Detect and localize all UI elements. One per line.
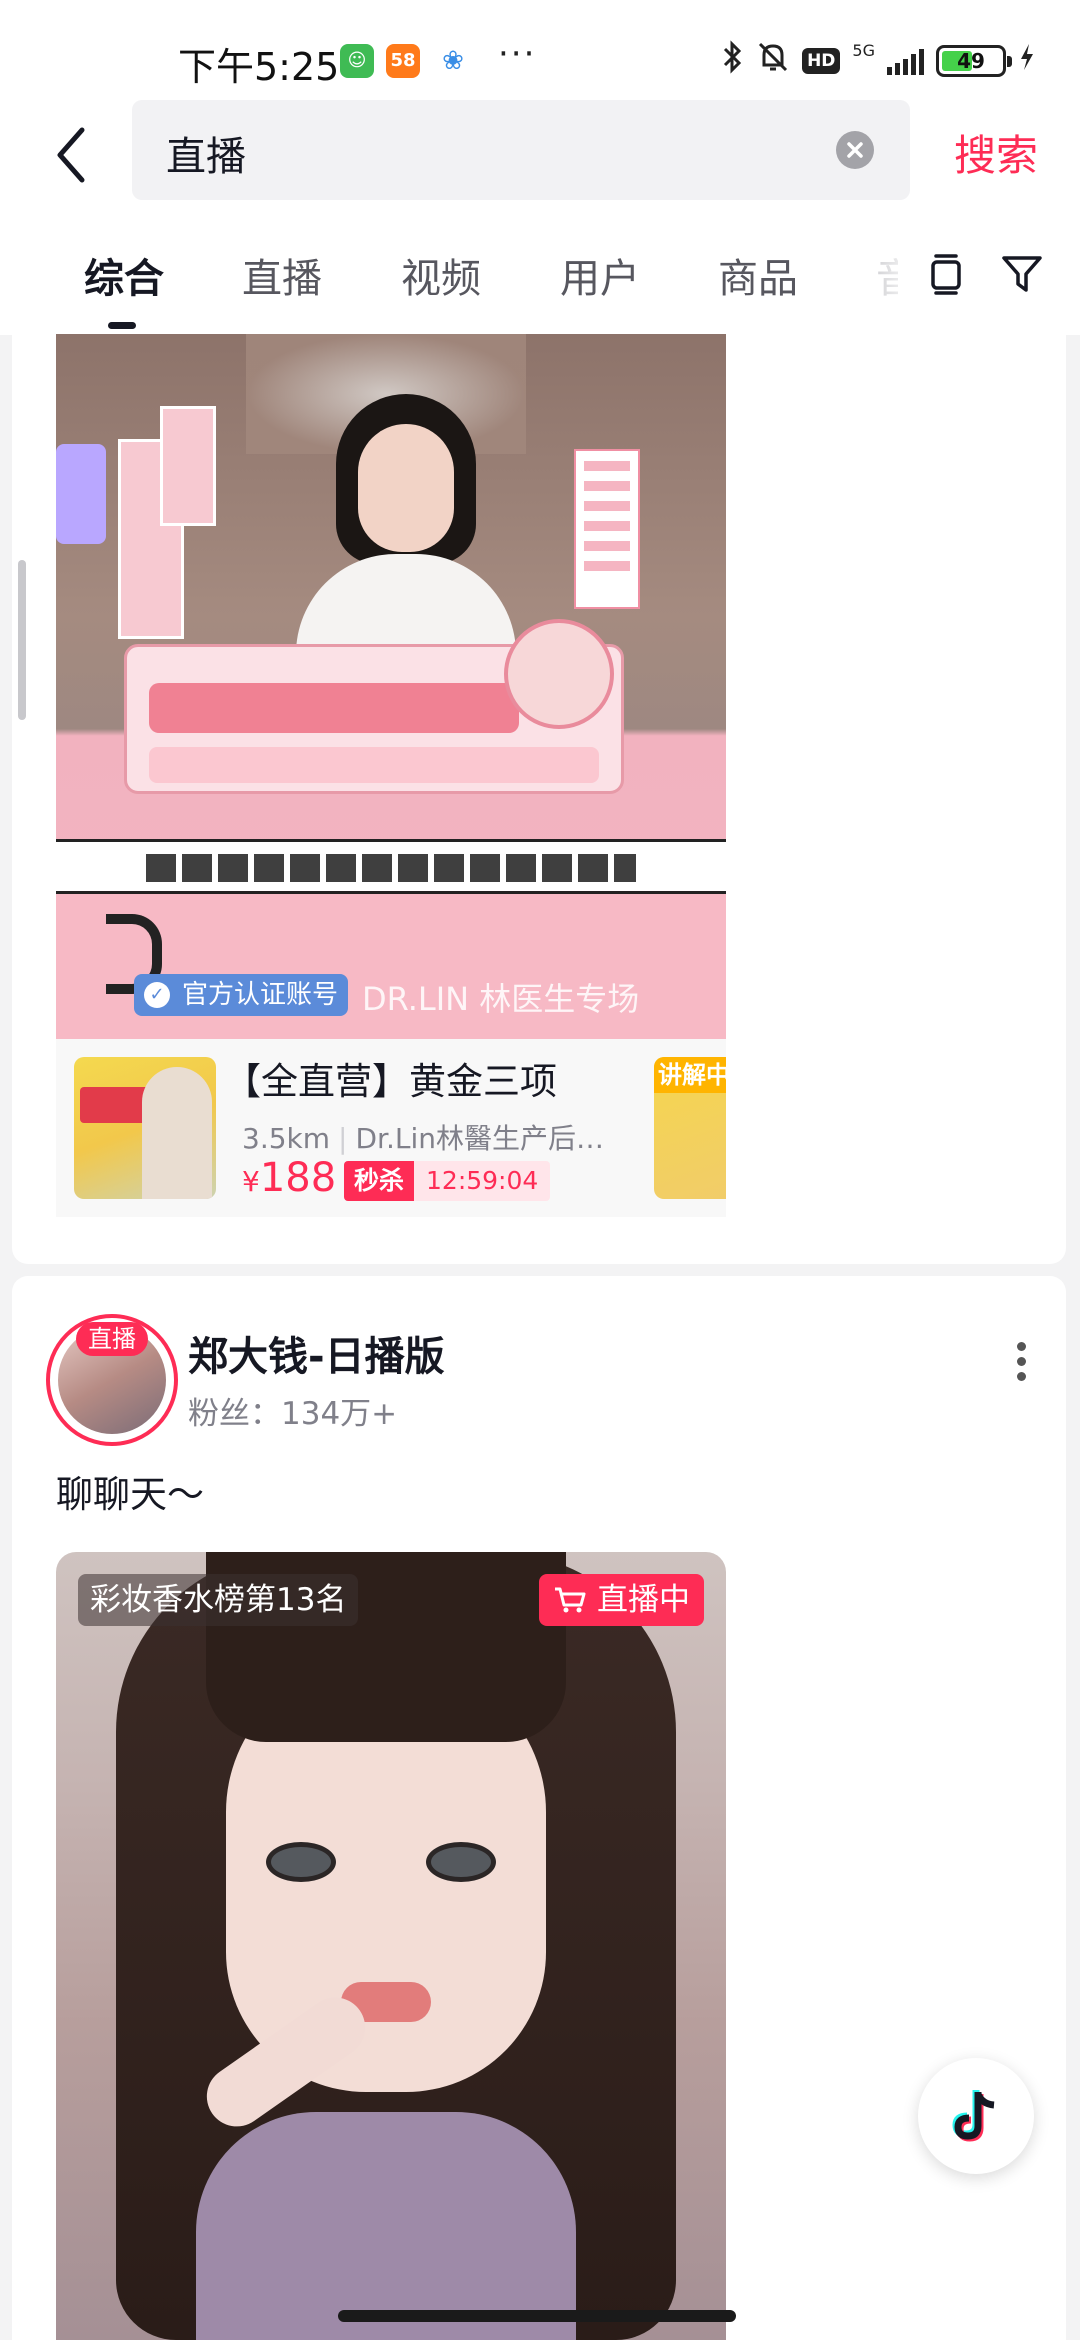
product-meta: 3.5km | Dr.Lin林醫生产后… [242, 1122, 604, 1155]
tab-comprehensive[interactable]: 综合 [84, 246, 164, 304]
network-type: 5G [852, 41, 875, 60]
hd-badge: HD [802, 48, 841, 74]
status-bar: 下午5:25 ☺ 58 ❀ ··· HD 5G 49 [0, 0, 1080, 110]
user-name[interactable]: 郑大钱-日播版 [188, 1324, 445, 1382]
flash-sale-countdown: 12:59:04 [414, 1161, 551, 1201]
more-notifications-icon: ··· [498, 34, 537, 74]
live-badge: 直播 [76, 1322, 148, 1356]
status-time: 下午5:25 [178, 45, 340, 89]
live-cover-image[interactable]: ✓ 官方认证账号 DR.LIN 林医生专场 [56, 334, 726, 1039]
active-tab-indicator [108, 322, 136, 329]
cover-overlay-name: DR.LIN 林医生专场 [362, 980, 640, 1018]
wechat-app-icon: ☺ [340, 44, 374, 78]
fan-count: 粉丝：134万+ [188, 1396, 398, 1432]
search-header: 直播 搜索 [0, 100, 1080, 210]
clear-search-button[interactable] [836, 131, 874, 169]
flash-sale-tag: 秒杀 12:59:04 [344, 1161, 551, 1201]
explaining-label: 讲解中 [654, 1057, 726, 1093]
app-58-icon: 58 [386, 44, 420, 78]
mother-baby-illustration [504, 619, 614, 729]
tab-products[interactable]: 商品 [718, 246, 798, 304]
mute-bell-icon [756, 40, 790, 82]
shopping-cart-icon [555, 1587, 586, 1613]
next-product-thumbnail[interactable]: 讲解中 [654, 1057, 726, 1199]
bluetooth-icon [722, 40, 744, 82]
product-title: 【全直营】黄金三项 [224, 1060, 557, 1103]
live-description: 聊聊天～ [56, 1473, 204, 1516]
home-indicator[interactable] [338, 2310, 736, 2322]
filter-button[interactable] [1000, 252, 1044, 296]
layout-toggle-button[interactable] [924, 252, 968, 296]
checkmark-icon: ✓ [144, 982, 170, 1008]
back-button[interactable] [46, 120, 102, 190]
more-options-button[interactable] [1006, 1336, 1036, 1396]
signal-icon [887, 47, 924, 75]
chevron-left-icon [57, 127, 85, 183]
cloud-app-icon: ❀ [436, 44, 470, 78]
search-input[interactable]: 直播 [132, 100, 910, 200]
filter-icon [1002, 256, 1042, 292]
charging-icon [1018, 42, 1036, 80]
battery-level: 49 [957, 49, 985, 73]
douyin-home-button[interactable] [918, 2058, 1034, 2174]
layers-icon [931, 254, 961, 295]
tab-video[interactable]: 视频 [401, 246, 481, 304]
live-now-tag: 直播中 [539, 1574, 704, 1626]
search-button[interactable]: 搜索 [954, 122, 1038, 183]
status-indicators: HD 5G 49 [722, 38, 1036, 84]
flash-sale-label: 秒杀 [344, 1161, 415, 1201]
battery-icon: 49 [936, 45, 1012, 77]
tab-live[interactable]: 直播 [242, 246, 322, 304]
live-result-card: 直播 郑大钱-日播版 粉丝：134万+ 聊聊天～ 彩妆香水榜第13名 直播中 [12, 1276, 1066, 2340]
live-cover-image[interactable]: 彩妆香水榜第13名 直播中 [56, 1552, 726, 2340]
search-query: 直播 [166, 134, 246, 180]
close-icon [847, 142, 863, 158]
product-price: ¥188 [242, 1155, 337, 1201]
product-item[interactable]: 【全直营】黄金三项 3.5km | Dr.Lin林醫生产后… ¥188 秒杀 12:… [56, 1039, 726, 1217]
phone-stand-image [56, 444, 106, 544]
result-tabs: 综合 直播 视频 用户 商品 音 [0, 210, 1080, 335]
verified-badge: ✓ 官方认证账号 [134, 974, 349, 1016]
tab-users[interactable]: 用户 [560, 246, 640, 304]
scrollbar[interactable] [18, 560, 26, 720]
live-result-card: ✓ 官方认证账号 DR.LIN 林医生专场 【全直营】黄金三项 3.5km | Dr… [12, 334, 1066, 1264]
product-thumbnail [74, 1057, 216, 1199]
douyin-logo-icon [952, 2090, 995, 2142]
avatar[interactable]: 直播 [46, 1314, 178, 1446]
ranking-tag: 彩妆香水榜第13名 [78, 1574, 359, 1626]
